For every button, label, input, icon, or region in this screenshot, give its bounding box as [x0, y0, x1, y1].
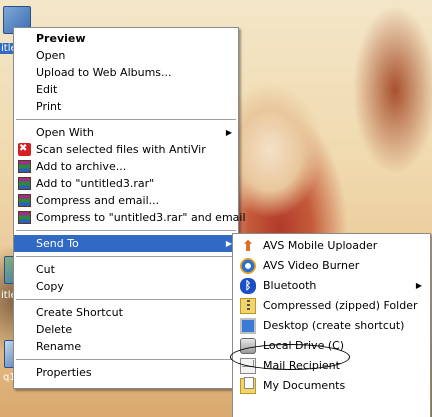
- menu-item-copy[interactable]: Copy: [14, 278, 238, 295]
- menu-item-create-shortcut[interactable]: Create Shortcut: [14, 304, 238, 321]
- menu-item-print[interactable]: Print: [14, 98, 238, 115]
- send-to-bluetooth[interactable]: ᛒ Bluetooth ▶: [233, 276, 430, 296]
- menu-item-delete[interactable]: Delete: [14, 321, 238, 338]
- menu-item-upload-web-albums[interactable]: Upload to Web Albums...: [14, 64, 238, 81]
- submenu-arrow-icon: ▶: [225, 128, 232, 137]
- menu-item-preview[interactable]: Preview: [14, 30, 238, 47]
- menu-item-rename[interactable]: Rename: [14, 338, 238, 355]
- send-to-compressed-folder[interactable]: Compressed (zipped) Folder: [233, 296, 430, 316]
- menu-item-add-to-rar[interactable]: Add to "untitled3.rar": [14, 175, 238, 192]
- menu-separator: [16, 299, 236, 300]
- menu-item-properties[interactable]: Properties: [14, 364, 238, 381]
- send-to-submenu: ⬆ AVS Mobile Uploader AVS Video Burner ᛒB…: [232, 233, 431, 417]
- menu-separator: [16, 230, 236, 231]
- winrar-icon: [18, 160, 31, 173]
- menu-item-compress-rar-email[interactable]: Compress to "untitled3.rar" and email: [14, 209, 246, 226]
- antivir-icon: [18, 140, 31, 157]
- highlight-circle-annotation: [230, 344, 350, 370]
- menu-item-send-to[interactable]: Send To ▶: [14, 235, 238, 252]
- menu-item-cut[interactable]: Cut: [14, 261, 238, 278]
- my-documents-icon: [240, 377, 256, 394]
- menu-item-edit[interactable]: Edit: [14, 81, 238, 98]
- context-menu: Preview Open Upload to Web Albums... Edi…: [13, 27, 246, 389]
- menu-separator: [16, 119, 236, 120]
- bluetooth-icon: ᛒ: [240, 278, 256, 294]
- menu-item-add-to-archive[interactable]: Add to archive...: [14, 158, 238, 175]
- menu-item-open-with[interactable]: Open With ▶: [14, 124, 238, 141]
- zip-folder-icon: [240, 298, 256, 314]
- winrar-icon: [18, 211, 31, 224]
- submenu-arrow-icon: ▶: [415, 281, 422, 290]
- winrar-icon: [18, 177, 31, 190]
- menu-item-compress-email[interactable]: Compress and email...: [14, 192, 238, 209]
- menu-separator: [16, 256, 236, 257]
- send-to-my-documents[interactable]: My Documents: [233, 376, 430, 396]
- send-to-avs-mobile-uploader[interactable]: ⬆ AVS Mobile Uploader: [233, 236, 430, 256]
- upload-arrow-icon: ⬆: [241, 237, 255, 255]
- menu-item-scan-antivir[interactable]: Scan selected files with AntiVir: [14, 140, 238, 158]
- menu-separator: [16, 359, 236, 360]
- send-to-avs-video-burner[interactable]: AVS Video Burner: [233, 256, 430, 276]
- menu-item-open[interactable]: Open: [14, 47, 238, 64]
- desktop-icon: [240, 318, 256, 334]
- winrar-icon: [18, 194, 31, 207]
- send-to-desktop-shortcut[interactable]: Desktop (create shortcut): [233, 316, 430, 336]
- video-burner-icon: [240, 258, 256, 274]
